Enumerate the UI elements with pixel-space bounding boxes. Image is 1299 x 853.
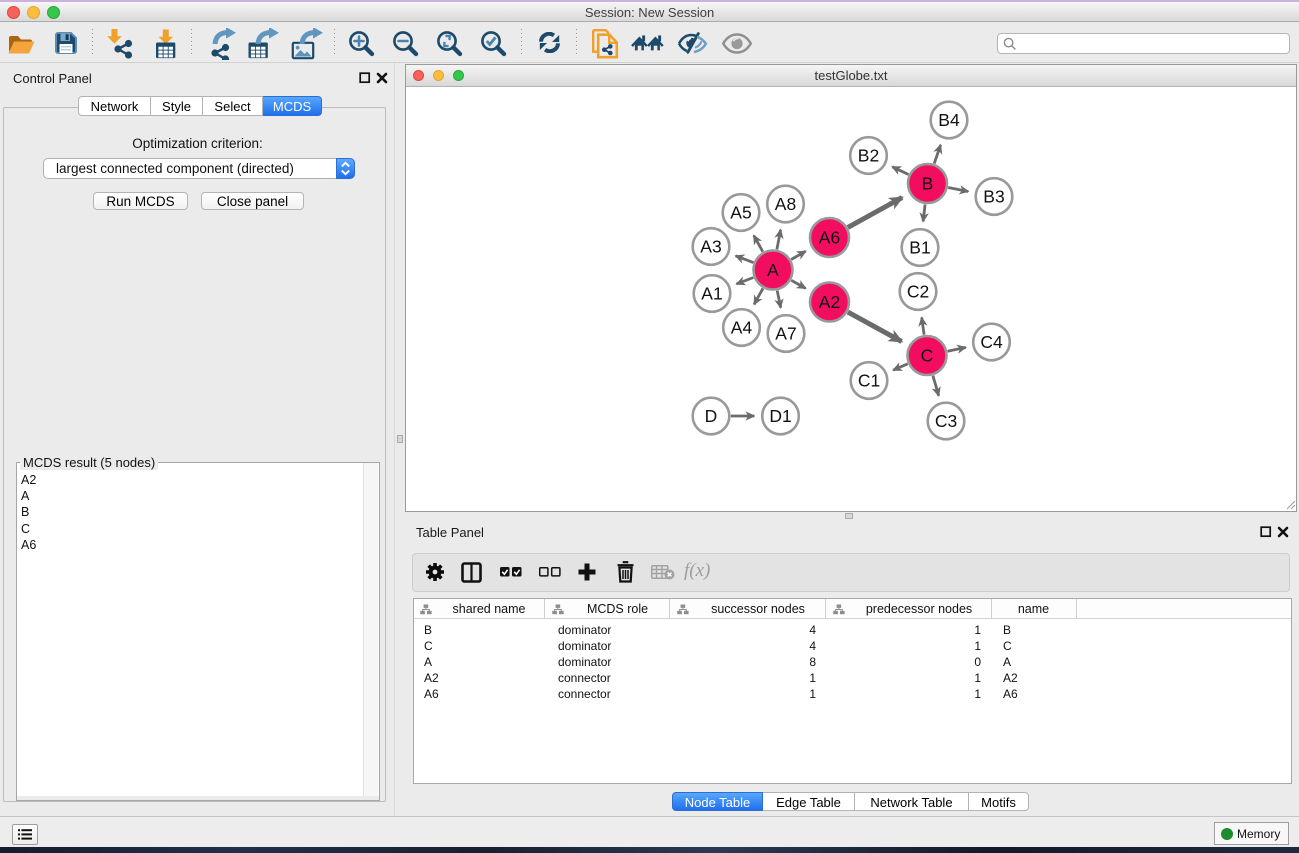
svg-text:B: B: [922, 174, 934, 194]
svg-text:C2: C2: [907, 282, 929, 302]
svg-text:D: D: [705, 406, 718, 426]
svg-text:A2: A2: [819, 292, 840, 312]
svg-text:C4: C4: [980, 332, 1003, 352]
svg-text:A: A: [767, 260, 779, 280]
svg-text:B4: B4: [938, 110, 960, 130]
svg-text:B1: B1: [909, 238, 930, 258]
svg-text:C: C: [921, 346, 934, 366]
svg-text:A1: A1: [701, 284, 722, 304]
svg-text:A6: A6: [819, 228, 840, 248]
svg-text:B3: B3: [983, 187, 1004, 207]
svg-text:A5: A5: [730, 203, 751, 223]
svg-text:C3: C3: [935, 411, 957, 431]
svg-text:A7: A7: [775, 324, 796, 344]
svg-text:D1: D1: [769, 406, 791, 426]
svg-text:A4: A4: [731, 318, 753, 338]
svg-text:A8: A8: [775, 194, 796, 214]
svg-text:C1: C1: [858, 371, 880, 391]
svg-text:A3: A3: [700, 237, 721, 257]
svg-text:B2: B2: [858, 146, 879, 166]
